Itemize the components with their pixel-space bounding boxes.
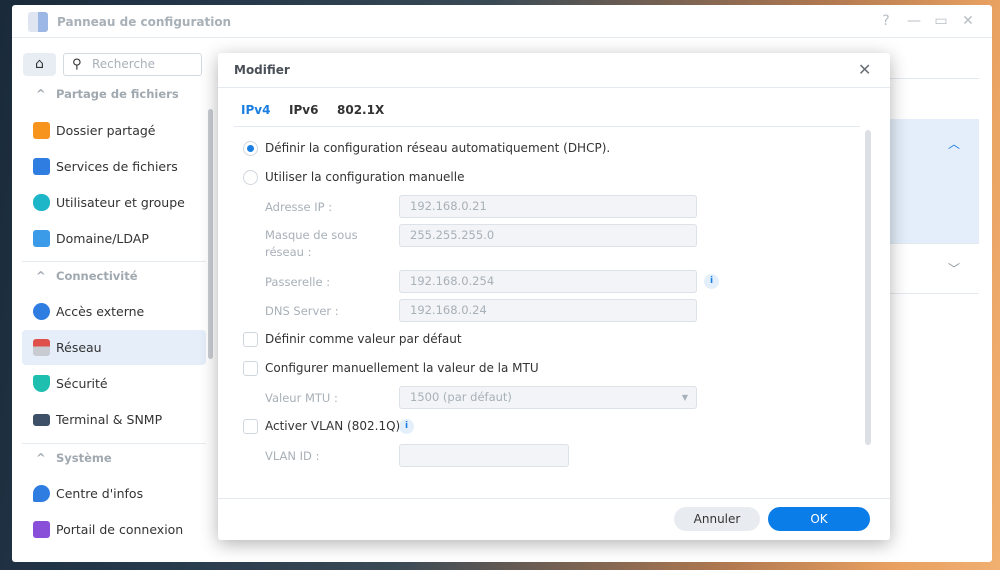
mtu-checkbox-label: Configurer manuellement la valeur de la … bbox=[265, 361, 539, 375]
cancel-button[interactable]: Annuler bbox=[674, 507, 760, 531]
section-system[interactable]: ^ Système bbox=[36, 451, 112, 465]
dhcp-radio[interactable] bbox=[243, 141, 258, 156]
title-bar: Panneau de configuration ? — ▭ ✕ bbox=[12, 5, 992, 38]
chevron-down-icon[interactable]: ﹀ bbox=[948, 260, 960, 277]
gateway-input[interactable]: 192.168.0.254 bbox=[399, 270, 697, 293]
search-input[interactable]: ⚲ Recherche bbox=[63, 53, 202, 76]
external-access-icon bbox=[33, 303, 50, 320]
sidebar-item-external-access[interactable]: Accès externe bbox=[22, 294, 206, 329]
tab-ipv6[interactable]: IPv6 bbox=[289, 103, 318, 117]
info-icon[interactable]: i bbox=[399, 419, 414, 434]
section-connectivity[interactable]: ^ Connectivité bbox=[36, 269, 138, 283]
network-house-icon bbox=[33, 339, 50, 356]
tab-underline bbox=[234, 126, 860, 127]
chevron-up-icon[interactable]: ︿ bbox=[948, 135, 960, 152]
minimize-button[interactable]: — bbox=[906, 13, 922, 29]
default-label: Définir comme valeur par défaut bbox=[265, 332, 462, 346]
tab-8021x[interactable]: 802.1X bbox=[337, 103, 384, 117]
mtu-select[interactable]: 1500 (par défaut) ▼ bbox=[399, 386, 697, 409]
dns-input[interactable]: 192.168.0.24 bbox=[399, 299, 697, 322]
ip-label: Adresse IP : bbox=[265, 200, 333, 214]
search-icon: ⚲ bbox=[72, 57, 82, 72]
control-panel-icon bbox=[28, 12, 48, 32]
close-window-button[interactable]: ✕ bbox=[960, 13, 976, 29]
login-portal-icon bbox=[33, 521, 50, 538]
sidebar-item-login-portal[interactable]: Portail de connexion bbox=[22, 512, 206, 547]
divider bbox=[22, 443, 206, 444]
manual-label: Utiliser la configuration manuelle bbox=[265, 170, 465, 184]
mask-input[interactable]: 255.255.255.0 bbox=[399, 224, 697, 247]
vlan-label: Activer VLAN (802.1Q) bbox=[265, 419, 401, 433]
help-button[interactable]: ? bbox=[878, 13, 894, 29]
sidebar-item-security[interactable]: Sécurité bbox=[22, 366, 206, 401]
window-title: Panneau de configuration bbox=[57, 15, 232, 29]
gateway-label: Passerelle : bbox=[265, 275, 331, 289]
manual-radio[interactable] bbox=[243, 170, 258, 185]
sidebar-item-users[interactable]: Utilisateur et groupe bbox=[22, 185, 206, 220]
ok-button[interactable]: OK bbox=[768, 507, 870, 531]
section-file-sharing[interactable]: ^ Partage de fichiers bbox=[36, 87, 179, 101]
dropdown-arrow-icon: ▼ bbox=[681, 393, 688, 402]
shield-icon bbox=[33, 375, 50, 392]
vlan-id-input[interactable] bbox=[399, 444, 569, 467]
sidebar-item-info-center[interactable]: Centre d'infos bbox=[22, 476, 206, 511]
file-services-icon bbox=[33, 158, 50, 175]
vlan-checkbox[interactable] bbox=[243, 419, 258, 434]
domain-icon bbox=[33, 230, 50, 247]
maximize-button[interactable]: ▭ bbox=[933, 13, 949, 29]
ip-input[interactable]: 192.168.0.21 bbox=[399, 195, 697, 218]
dialog-title: Modifier bbox=[234, 63, 290, 77]
sidebar: ⌂ ⚲ Recherche ^ Partage de fichiers Dossie… bbox=[12, 39, 216, 562]
divider bbox=[218, 87, 890, 88]
mtu-checkbox[interactable] bbox=[243, 361, 258, 376]
home-button[interactable]: ⌂ bbox=[23, 53, 56, 76]
dialog-scrollbar[interactable] bbox=[865, 130, 871, 445]
info-center-icon bbox=[33, 485, 50, 502]
sidebar-item-file-services[interactable]: Services de fichiers bbox=[22, 149, 206, 184]
mtu-label: Valeur MTU : bbox=[265, 391, 338, 405]
dhcp-label: Définir la configuration réseau automati… bbox=[265, 141, 611, 155]
modify-dialog: Modifier ✕ IPv4 IPv6 802.1X Définir la c… bbox=[218, 53, 890, 540]
divider bbox=[22, 261, 206, 262]
vlan-id-label: VLAN ID : bbox=[265, 449, 320, 463]
default-checkbox[interactable] bbox=[243, 332, 258, 347]
users-icon bbox=[33, 194, 50, 211]
sidebar-item-shared-folder[interactable]: Dossier partagé bbox=[22, 113, 206, 148]
mask-label: Masque de sous réseau : bbox=[265, 228, 358, 259]
terminal-icon bbox=[33, 414, 50, 426]
close-dialog-button[interactable]: ✕ bbox=[858, 60, 871, 79]
sidebar-item-network[interactable]: Réseau bbox=[22, 330, 206, 365]
info-icon[interactable]: i bbox=[704, 274, 719, 289]
divider bbox=[218, 498, 890, 499]
sidebar-item-domain[interactable]: Domaine/LDAP bbox=[22, 221, 206, 256]
folder-icon bbox=[33, 122, 50, 139]
search-placeholder: Recherche bbox=[92, 57, 156, 71]
sidebar-scrollbar[interactable] bbox=[208, 109, 213, 359]
tab-ipv4[interactable]: IPv4 bbox=[241, 103, 270, 117]
sidebar-item-terminal[interactable]: Terminal & SNMP bbox=[22, 402, 206, 437]
dns-label: DNS Server : bbox=[265, 304, 339, 318]
